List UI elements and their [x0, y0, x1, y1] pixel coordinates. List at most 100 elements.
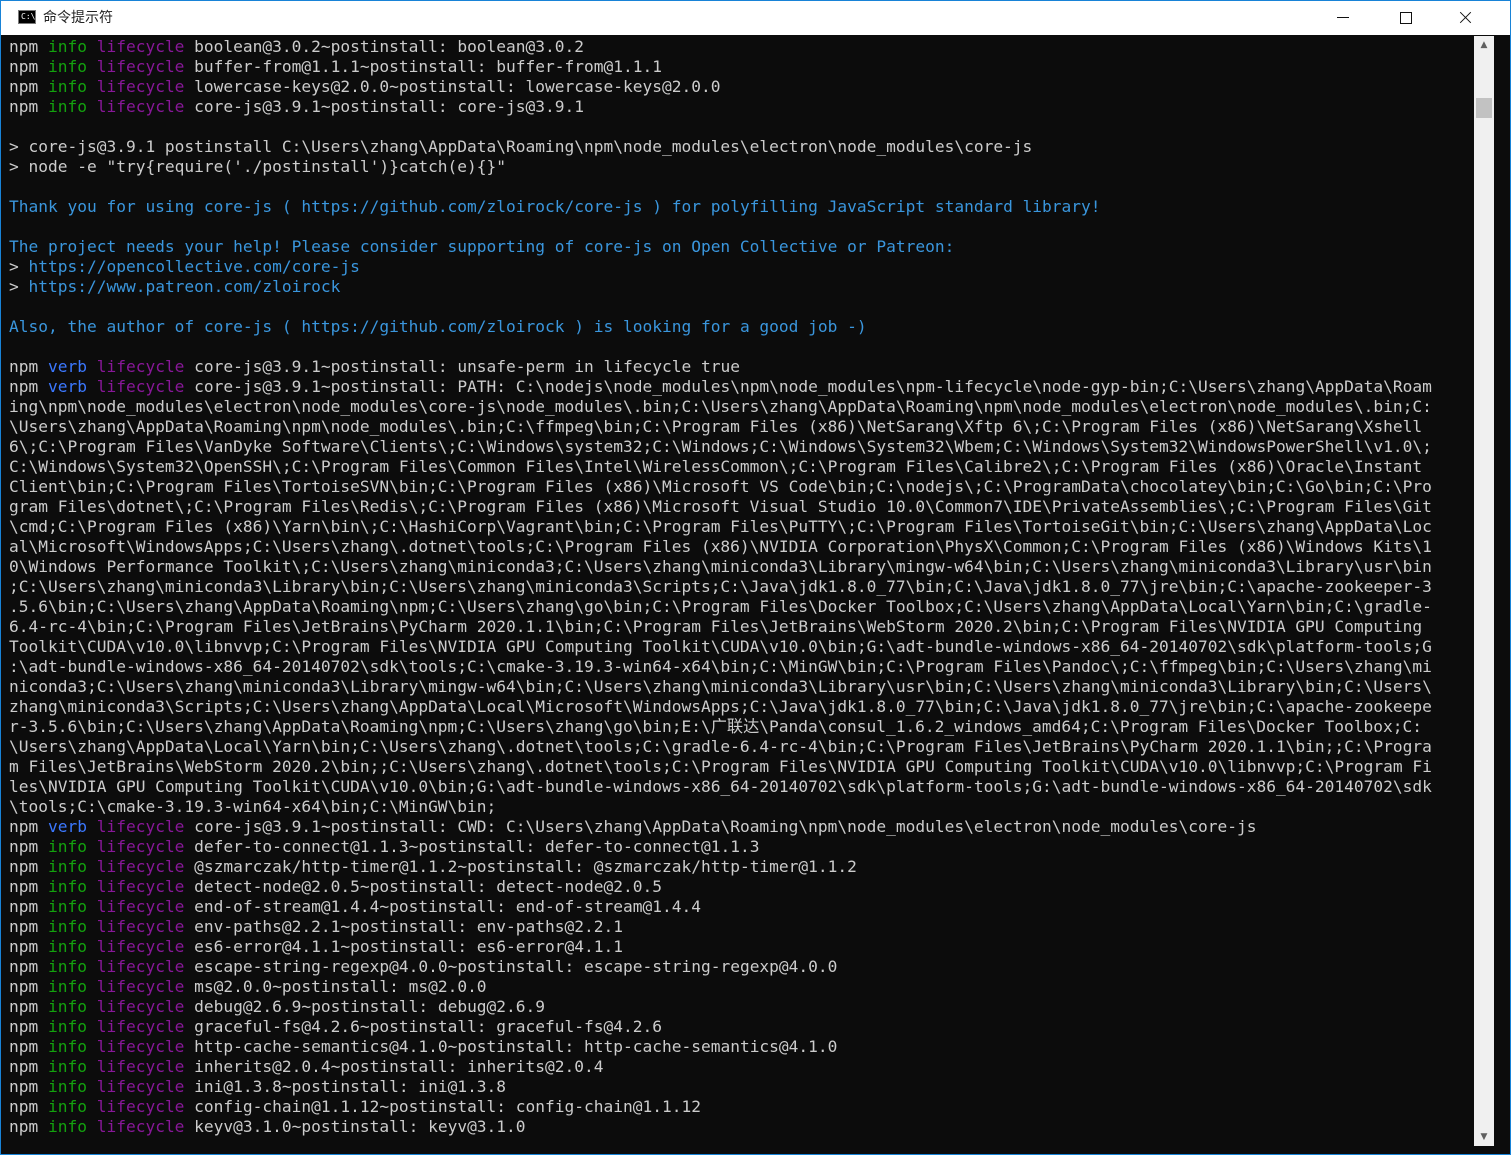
minimize-button[interactable]: [1320, 1, 1366, 35]
console-text: ms@2.0.0~postinstall: ms@2.0.0: [184, 977, 487, 996]
console-text: @szmarczak/http-timer@1.1.2~postinstall:…: [184, 857, 857, 876]
console-text: > core-js@3.9.1 postinstall C:\Users\zha…: [9, 137, 1033, 156]
console-line: npm verb lifecycle core-js@3.9.1~postins…: [9, 357, 1473, 377]
console-app-icon: C:\: [18, 10, 36, 24]
console-output[interactable]: npm info lifecycle boolean@3.0.2~postins…: [9, 37, 1473, 1147]
console-text: \Users\zhang\AppData\Roaming\npm\node_mo…: [9, 417, 1423, 436]
log-level-verb: verb: [47, 377, 87, 396]
highlight-text: ) is looking for a good job -): [564, 317, 867, 336]
console-line: > https://www.patreon.com/zloirock: [9, 277, 1473, 297]
console-text: lowercase-keys@2.0.0~postinstall: lowerc…: [184, 77, 721, 96]
vertical-scrollbar[interactable]: ▲ ▼: [1474, 36, 1494, 1146]
console-text: ;C:\Users\zhang\miniconda3\Library\bin;C…: [9, 577, 1432, 596]
highlight-text: Thank you for using core-js (: [9, 197, 302, 216]
lifecycle-tag: lifecycle: [96, 977, 185, 996]
scroll-down-arrow-icon[interactable]: ▼: [1474, 1128, 1494, 1146]
log-level-verb: verb: [47, 357, 87, 376]
console-line: \Users\zhang\AppData\Local\Yarn\bin;C:\U…: [9, 737, 1473, 757]
console-text: npm: [9, 1057, 48, 1076]
console-text: end-of-stream@1.4.4~postinstall: end-of-…: [184, 897, 701, 916]
lifecycle-tag: lifecycle: [96, 917, 185, 936]
console-line: Client\bin;C:\Program Files\TortoiseSVN\…: [9, 477, 1473, 497]
console-text: inherits@2.0.4~postinstall: inherits@2.0…: [184, 1057, 604, 1076]
console-line: npm verb lifecycle core-js@3.9.1~postins…: [9, 377, 1473, 397]
lifecycle-tag: lifecycle: [96, 37, 185, 56]
lifecycle-tag: lifecycle: [96, 1077, 185, 1096]
console-line: npm info lifecycle env-paths@2.2.1~posti…: [9, 917, 1473, 937]
console-line: npm verb lifecycle core-js@3.9.1~postins…: [9, 817, 1473, 837]
lifecycle-tag: lifecycle: [96, 357, 185, 376]
close-button[interactable]: [1442, 1, 1488, 35]
log-level-info: info: [47, 977, 87, 996]
scrollbar-thumb[interactable]: [1476, 98, 1492, 118]
console-text: escape-string-regexp@4.0.0~postinstall: …: [184, 957, 838, 976]
console-line: npm info lifecycle keyv@3.1.0~postinstal…: [9, 1117, 1473, 1137]
console-line: npm info lifecycle @szmarczak/http-timer…: [9, 857, 1473, 877]
console-line: npm info lifecycle boolean@3.0.2~postins…: [9, 37, 1473, 57]
maximize-button[interactable]: [1382, 1, 1428, 35]
console-text: npm: [9, 857, 48, 876]
console-text: graceful-fs@4.2.6~postinstall: graceful-…: [184, 1017, 662, 1036]
console-text: boolean@3.0.2~postinstall: boolean@3.0.2: [184, 37, 585, 56]
log-level-info: info: [47, 1037, 87, 1056]
title-bar[interactable]: C:\ 命令提示符: [1, 1, 1510, 35]
lifecycle-tag: lifecycle: [96, 377, 185, 396]
console-text: core-js@3.9.1~postinstall: core-js@3.9.1: [184, 97, 585, 116]
lifecycle-tag: lifecycle: [96, 1017, 185, 1036]
lifecycle-tag: lifecycle: [96, 1037, 185, 1056]
console-line: > core-js@3.9.1 postinstall C:\Users\zha…: [9, 137, 1473, 157]
console-line: ;C:\Users\zhang\miniconda3\Library\bin;C…: [9, 577, 1473, 597]
console-line: npm info lifecycle debug@2.6.9~postinsta…: [9, 997, 1473, 1017]
log-level-info: info: [47, 1117, 87, 1136]
console-text: 6.4-rc-4\bin;C:\Program Files\JetBrains\…: [9, 617, 1423, 636]
console-text: \cmd;C:\Program Files (x86)\Yarn\bin\;C:…: [9, 517, 1432, 536]
console-text: r-3.5.6\bin;C:\Users\zhang\AppData\Roami…: [9, 717, 1422, 736]
console-line: > node -e "try{require('./postinstall')}…: [9, 157, 1473, 177]
highlight-text: The project needs your help! Please cons…: [9, 237, 955, 256]
console-line: .5.6\bin;C:\Users\zhang\AppData\Roaming\…: [9, 597, 1473, 617]
lifecycle-tag: lifecycle: [96, 877, 185, 896]
lifecycle-tag: lifecycle: [96, 937, 185, 956]
lifecycle-tag: lifecycle: [96, 837, 185, 856]
log-level-info: info: [47, 1017, 87, 1036]
console-text: npm: [9, 977, 48, 996]
log-level-info: info: [47, 37, 87, 56]
lifecycle-tag: lifecycle: [96, 897, 185, 916]
log-level-info: info: [47, 877, 87, 896]
console-text: 6\;C:\Program Files\VanDyke Software\Cli…: [9, 437, 1432, 456]
scroll-up-arrow-icon[interactable]: ▲: [1474, 36, 1494, 54]
lifecycle-tag: lifecycle: [96, 77, 185, 96]
log-level-info: info: [47, 857, 87, 876]
log-level-info: info: [47, 917, 87, 936]
console-text: m Files\JetBrains\WebStorm 2020.2\bin;;C…: [9, 757, 1432, 776]
highlight-text: ) for polyfilling JavaScript standard li…: [642, 197, 1101, 216]
console-text: npm: [9, 357, 48, 376]
console-text: npm: [9, 837, 48, 856]
log-level-info: info: [47, 1057, 87, 1076]
console-text: npm: [9, 817, 48, 836]
console-line: npm info lifecycle detect-node@2.0.5~pos…: [9, 877, 1473, 897]
console-text: npm: [9, 937, 48, 956]
console-line: npm info lifecycle lowercase-keys@2.0.0~…: [9, 77, 1473, 97]
console-text: les\NVIDIA GPU Computing Toolkit\CUDA\v1…: [9, 777, 1432, 796]
console-line: > https://opencollective.com/core-js: [9, 257, 1473, 277]
highlight-text: Also, the author of core-js (: [9, 317, 302, 336]
console-line: niconda3;C:\Users\zhang\miniconda3\Libra…: [9, 677, 1473, 697]
console-text: ing\npm\node_modules\electron\node_modul…: [9, 397, 1432, 416]
